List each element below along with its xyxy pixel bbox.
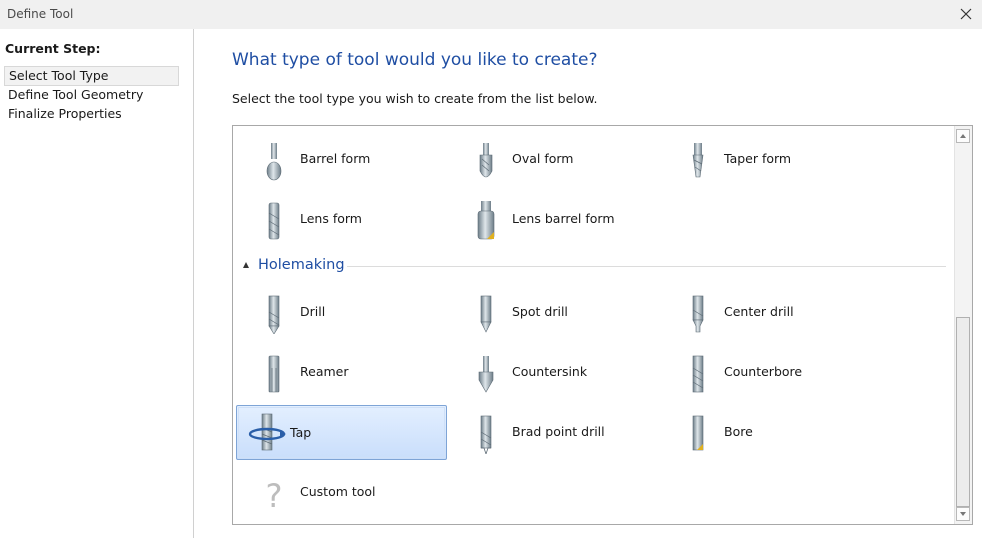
steps-panel: Current Step: Select Tool Type Define To… (0, 29, 194, 538)
tool-item-lens-barrel-form[interactable]: Lens barrel form (455, 191, 665, 247)
group-header-holemaking[interactable]: Holemaking (241, 257, 946, 275)
tool-item-drill[interactable]: Drill (243, 284, 453, 340)
tool-item-bore[interactable]: Bore (667, 404, 877, 460)
collapse-triangle-icon[interactable] (243, 262, 249, 268)
lens-form-icon (261, 201, 287, 241)
tool-item-spot-drill[interactable]: Spot drill (455, 284, 665, 340)
tool-item-countersink[interactable]: Countersink (455, 344, 665, 400)
svg-text:?: ? (266, 477, 283, 514)
close-icon[interactable] (956, 4, 976, 24)
tool-item-brad-point-drill[interactable]: Brad point drill (455, 404, 665, 460)
page-title: What type of tool would you like to crea… (232, 50, 598, 70)
list-scrollbar[interactable] (954, 126, 972, 524)
tool-item-taper-form[interactable]: Taper form (667, 131, 877, 187)
drill-icon (261, 294, 287, 335)
spot-drill-icon (473, 294, 499, 334)
step-define-tool-geometry[interactable]: Define Tool Geometry (4, 86, 177, 104)
tool-item-oval-form[interactable]: Oval form (455, 131, 665, 187)
window-title: Define Tool (7, 7, 74, 21)
taper-form-icon (685, 141, 711, 181)
tool-item-barrel-form[interactable]: Barrel form (243, 131, 453, 187)
group-divider (347, 266, 946, 267)
oval-form-icon (473, 141, 499, 181)
current-step-header: Current Step: (5, 41, 101, 56)
scroll-up-icon[interactable] (956, 129, 970, 143)
question-mark-icon: ? (261, 474, 287, 515)
scroll-down-icon[interactable] (956, 507, 970, 521)
bore-icon (685, 414, 711, 454)
counterbore-icon (685, 354, 711, 394)
tool-item-custom-tool[interactable]: ? Custom tool (243, 464, 453, 520)
tap-icon (247, 412, 287, 452)
brad-point-drill-icon (473, 414, 499, 456)
step-select-tool-type[interactable]: Select Tool Type (4, 66, 179, 86)
reamer-icon (261, 354, 287, 394)
lens-barrel-form-icon (473, 201, 499, 241)
tool-item-center-drill[interactable]: Center drill (667, 284, 877, 340)
center-drill-icon (685, 294, 711, 334)
tool-item-tap[interactable]: Tap (236, 405, 447, 460)
countersink-icon (473, 354, 499, 394)
title-bar: Define Tool (0, 0, 982, 29)
tool-type-list[interactable]: Barrel form Oval form Taper form Lens fo… (232, 125, 973, 525)
scrollbar-thumb[interactable] (956, 317, 970, 507)
barrel-form-icon (261, 141, 287, 181)
tool-item-counterbore[interactable]: Counterbore (667, 344, 877, 400)
page-subtitle: Select the tool type you wish to create … (232, 91, 598, 106)
tool-item-lens-form[interactable]: Lens form (243, 191, 453, 247)
step-finalize-properties[interactable]: Finalize Properties (4, 105, 177, 123)
tool-item-reamer[interactable]: Reamer (243, 344, 453, 400)
